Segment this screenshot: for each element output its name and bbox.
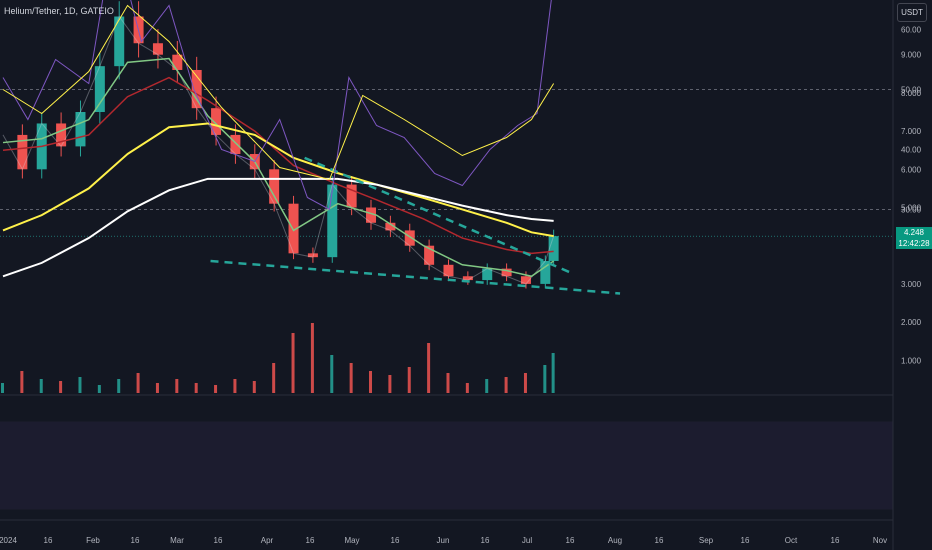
- rsi-tick-label: 30.00: [901, 206, 922, 215]
- volume-bar: [369, 371, 373, 393]
- volume-bar: [39, 379, 43, 393]
- x-tick-label: 16: [831, 536, 840, 545]
- rsi-tick-label: 40.00: [901, 146, 922, 155]
- volume-bar: [20, 371, 24, 393]
- volume-bar: [117, 379, 121, 393]
- symbol-label[interactable]: Helium/Tether, 1D, GATEIO: [4, 6, 114, 16]
- x-tick-label: May: [344, 536, 359, 545]
- volume-bar: [407, 367, 411, 393]
- rsi-tick-label: 50.00: [901, 86, 922, 95]
- x-tick-label: Oct: [785, 536, 798, 545]
- y-tick-label: 9.000: [901, 51, 922, 60]
- x-tick-label: Feb: [86, 536, 100, 545]
- x-tick-label: Apr: [261, 536, 274, 545]
- volume-bar: [427, 343, 431, 393]
- volume-bar: [543, 365, 547, 393]
- x-tick-label: 16: [566, 536, 575, 545]
- volume-bar: [78, 377, 82, 393]
- x-tick-label: 16: [306, 536, 315, 545]
- volume-bar: [523, 373, 527, 393]
- x-tick-label: Nov: [873, 536, 887, 545]
- rsi-band-fill: [0, 421, 893, 510]
- candle-body: [75, 112, 86, 147]
- y-tick-label: 7.000: [901, 127, 922, 136]
- volume-bar: [272, 363, 276, 393]
- x-tick-label: 2024: [0, 536, 17, 545]
- x-tick-label: Jun: [437, 536, 450, 545]
- volume-bar: [485, 379, 489, 393]
- volume-bar: [388, 375, 392, 393]
- volume-bar: [97, 385, 101, 393]
- x-tick-label: 16: [655, 536, 664, 545]
- x-tick-label: 16: [391, 536, 400, 545]
- candle-body: [114, 16, 125, 67]
- x-tick-label: Sep: [699, 536, 714, 545]
- candle-body: [269, 169, 280, 204]
- last-price-tag: 4.248 12:42:28: [896, 227, 932, 249]
- x-tick-label: 16: [44, 536, 53, 545]
- x-tick-label: 16: [741, 536, 750, 545]
- volume-bar: [214, 385, 218, 393]
- x-tick-label: Aug: [608, 536, 622, 545]
- volume-bar: [551, 353, 555, 393]
- volume-bar: [233, 379, 237, 393]
- y-tick-label: 1.000: [901, 356, 922, 365]
- volume-bar: [349, 363, 353, 393]
- volume-bar: [175, 379, 179, 393]
- volume-bar: [330, 355, 334, 393]
- volume-bar: [194, 383, 198, 393]
- candle-body: [548, 236, 559, 261]
- x-tick-label: Jul: [522, 536, 532, 545]
- x-tick-label: 16: [214, 536, 223, 545]
- volume-bar: [252, 381, 256, 393]
- currency-button[interactable]: USDT: [897, 3, 927, 22]
- candle-body: [327, 184, 338, 258]
- volume-bar: [59, 381, 63, 393]
- x-tick-label: 16: [131, 536, 140, 545]
- x-tick-label: 16: [481, 536, 490, 545]
- volume-bar: [1, 383, 4, 393]
- volume-bar: [310, 323, 314, 393]
- countdown-timer: 12:42:28: [898, 239, 930, 248]
- price-chart[interactable]: 9.0008.0007.0006.0005.0003.0002.0001.000…: [0, 0, 932, 550]
- candle-body: [94, 66, 105, 112]
- y-tick-label: 2.000: [901, 318, 922, 327]
- volume-bar: [291, 333, 295, 393]
- volume-bar: [465, 383, 469, 393]
- volume-bar: [504, 377, 508, 393]
- last-price-value: 4.248: [903, 228, 925, 237]
- volume-bar: [446, 373, 450, 393]
- volume-bar: [155, 383, 159, 393]
- y-tick-label: 6.000: [901, 165, 922, 174]
- volume-bar: [136, 373, 140, 393]
- x-tick-label: Mar: [170, 536, 184, 545]
- rsi-tick-label: 60.00: [901, 26, 922, 35]
- y-tick-label: 3.000: [901, 280, 922, 289]
